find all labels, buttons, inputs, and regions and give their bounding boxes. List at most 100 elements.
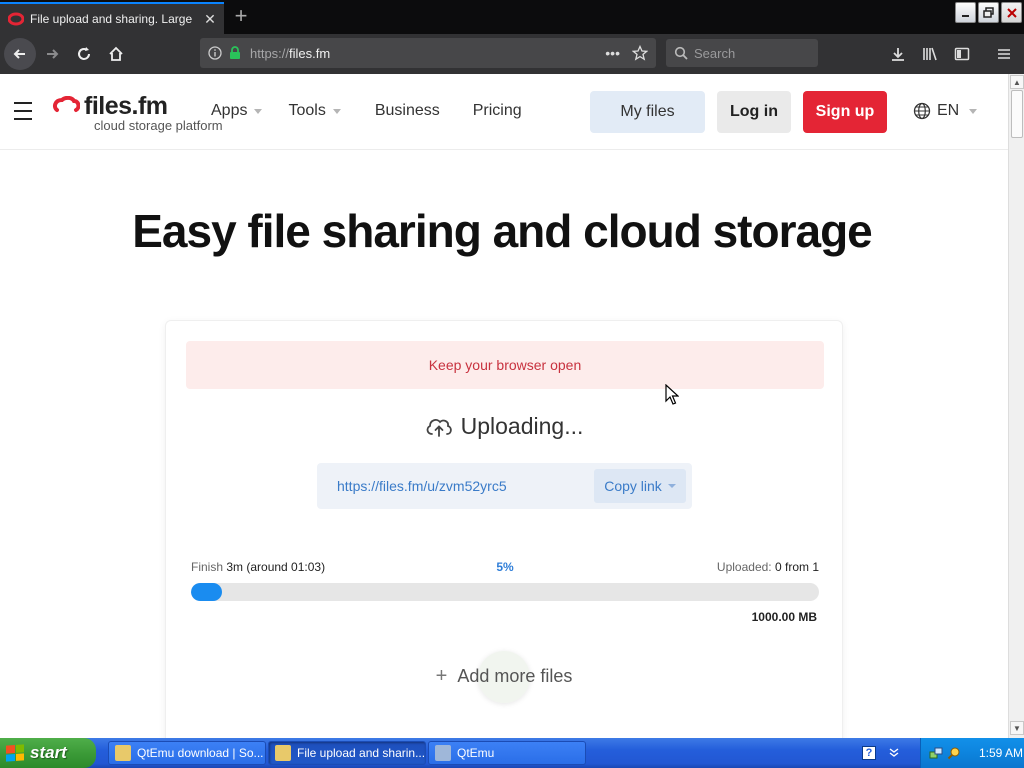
taskbar-item-label: File upload and sharin... xyxy=(297,746,426,760)
show-hidden-icons-icon[interactable] xyxy=(887,746,901,760)
downloads-button[interactable] xyxy=(882,38,914,70)
info-icon[interactable] xyxy=(208,46,222,60)
taskbar-item-qtemu[interactable]: QtEmu xyxy=(428,741,586,765)
browser-tab-active[interactable]: File upload and sharing. Large file ✕ xyxy=(0,2,224,34)
system-tray: 1:59 AM xyxy=(920,738,1024,768)
chevron-double-down-icon xyxy=(889,748,899,757)
menu-item-pricing[interactable]: Pricing xyxy=(473,102,522,120)
page-scrollbar[interactable]: ▲ ▼ xyxy=(1008,74,1024,738)
restore-icon xyxy=(983,7,994,18)
scrollbar-thumb[interactable] xyxy=(1011,90,1023,138)
secure-lock-icon[interactable] xyxy=(228,46,242,60)
taskbar-item-label: QtEmu xyxy=(457,746,495,760)
site-logo[interactable]: files.fm cloud storage platform xyxy=(52,94,223,133)
close-icon xyxy=(1006,7,1017,18)
uploaded-label: Uploaded: xyxy=(716,560,772,574)
menu-item-tools[interactable]: Tools xyxy=(288,102,341,120)
library-icon xyxy=(923,47,937,61)
files-fm-logo-icon xyxy=(52,96,80,112)
tab-close-icon[interactable]: ✕ xyxy=(202,11,218,28)
my-files-button[interactable]: My files xyxy=(590,91,705,133)
upload-total-size: 1000.00 MB xyxy=(751,610,817,624)
taskbar: start QtEmu download | So... File upload… xyxy=(0,738,1024,768)
menu-item-label: Business xyxy=(374,102,440,119)
site-menu-icon[interactable] xyxy=(14,102,32,120)
back-arrow-icon xyxy=(13,49,25,59)
mouse-cursor-icon xyxy=(665,384,679,405)
library-button[interactable] xyxy=(914,38,946,70)
search-tray-icon[interactable] xyxy=(947,746,961,760)
url-protocol: https:// xyxy=(250,45,290,61)
main-menu: Apps Tools Business Pricing xyxy=(211,102,522,120)
sign-up-button[interactable]: Sign up xyxy=(803,91,887,133)
taskbar-item-file-upload[interactable]: File upload and sharin... xyxy=(268,741,426,765)
close-window-button[interactable] xyxy=(1001,2,1022,23)
add-more-files-button[interactable]: + Add more files xyxy=(166,665,842,688)
start-label: start xyxy=(30,743,67,762)
log-in-button[interactable]: Log in xyxy=(717,91,791,133)
menu-item-label: Tools xyxy=(288,102,326,119)
site-header: files.fm cloud storage platform Apps Too… xyxy=(0,74,1008,150)
browser-search-bar[interactable] xyxy=(666,39,818,67)
minimize-button[interactable] xyxy=(955,2,976,23)
tab-title: File upload and sharing. Large file xyxy=(30,12,194,26)
browser-tab-strip: File upload and sharing. Large file ✕ + xyxy=(0,0,1024,34)
chevron-down-icon xyxy=(254,108,263,114)
download-icon xyxy=(892,48,904,61)
window-controls xyxy=(955,2,1022,23)
uploaded-count: Uploaded: 0 from 1 xyxy=(717,560,819,574)
bookmark-star-icon[interactable] xyxy=(632,45,648,61)
logo-tagline: cloud storage platform xyxy=(94,118,223,133)
home-button[interactable] xyxy=(100,38,132,70)
chevron-down-icon xyxy=(332,108,341,114)
restore-button[interactable] xyxy=(978,2,999,23)
menu-item-label: Pricing xyxy=(472,102,522,119)
plus-icon: + xyxy=(435,665,448,687)
upload-card: Keep your browser open Uploading... http… xyxy=(165,320,843,738)
network-icon[interactable] xyxy=(929,746,943,760)
add-more-files-label: Add more files xyxy=(457,666,573,686)
windows-logo-icon xyxy=(6,744,24,762)
forward-arrow-icon xyxy=(47,49,59,59)
browser-navigation-bar: https://files.fm ••• xyxy=(0,34,1024,74)
taskbar-item-qtemu-download[interactable]: QtEmu download | So... xyxy=(108,741,266,765)
menu-item-business[interactable]: Business xyxy=(375,102,440,120)
sidebar-icon xyxy=(954,47,970,61)
chevron-down-icon[interactable] xyxy=(667,484,676,488)
chevron-down-icon xyxy=(969,108,978,114)
upload-progress-bar xyxy=(191,583,819,601)
minimize-icon xyxy=(961,14,969,17)
qtemu-window-icon xyxy=(435,745,451,761)
url-text[interactable]: https://files.fm xyxy=(250,46,330,61)
menu-item-apps[interactable]: Apps xyxy=(211,102,263,120)
scroll-up-arrow-icon[interactable]: ▲ xyxy=(1010,75,1024,89)
share-link-url[interactable]: https://files.fm/u/zvm52yrc5 xyxy=(337,478,507,494)
hero-title: Easy file sharing and cloud storage xyxy=(132,205,873,257)
cloud-upload-icon xyxy=(426,418,452,437)
hamburger-menu-icon xyxy=(998,49,1010,59)
url-host: files.fm xyxy=(289,45,331,61)
app-menu-button[interactable] xyxy=(988,38,1020,70)
new-tab-button[interactable]: + xyxy=(230,4,252,28)
firefox-window-icon xyxy=(115,745,131,761)
search-input[interactable] xyxy=(694,45,804,61)
page-actions-menu-icon[interactable]: ••• xyxy=(605,45,620,61)
sidebar-button[interactable] xyxy=(946,38,978,70)
forward-button[interactable] xyxy=(36,38,68,70)
start-button[interactable]: start xyxy=(0,738,96,768)
scroll-down-arrow-icon[interactable]: ▼ xyxy=(1010,721,1024,735)
language-bar-help-icon[interactable]: ? xyxy=(862,746,876,760)
copy-link-button[interactable]: Copy link xyxy=(594,469,686,503)
firefox-window-icon xyxy=(275,745,291,761)
back-button[interactable] xyxy=(4,38,36,70)
address-bar[interactable]: https://files.fm ••• xyxy=(200,38,656,68)
globe-icon xyxy=(913,102,931,120)
share-link-box: https://files.fm/u/zvm52yrc5 Copy link xyxy=(317,463,692,509)
logo-name: files.fm xyxy=(84,92,168,120)
files-fm-favicon-icon xyxy=(8,11,24,27)
menu-item-label: Apps xyxy=(211,102,248,119)
upload-status: Uploading... xyxy=(166,413,842,440)
language-selector[interactable]: EN xyxy=(913,102,978,120)
taskbar-item-label: QtEmu download | So... xyxy=(137,746,264,760)
reload-button[interactable] xyxy=(68,38,100,70)
